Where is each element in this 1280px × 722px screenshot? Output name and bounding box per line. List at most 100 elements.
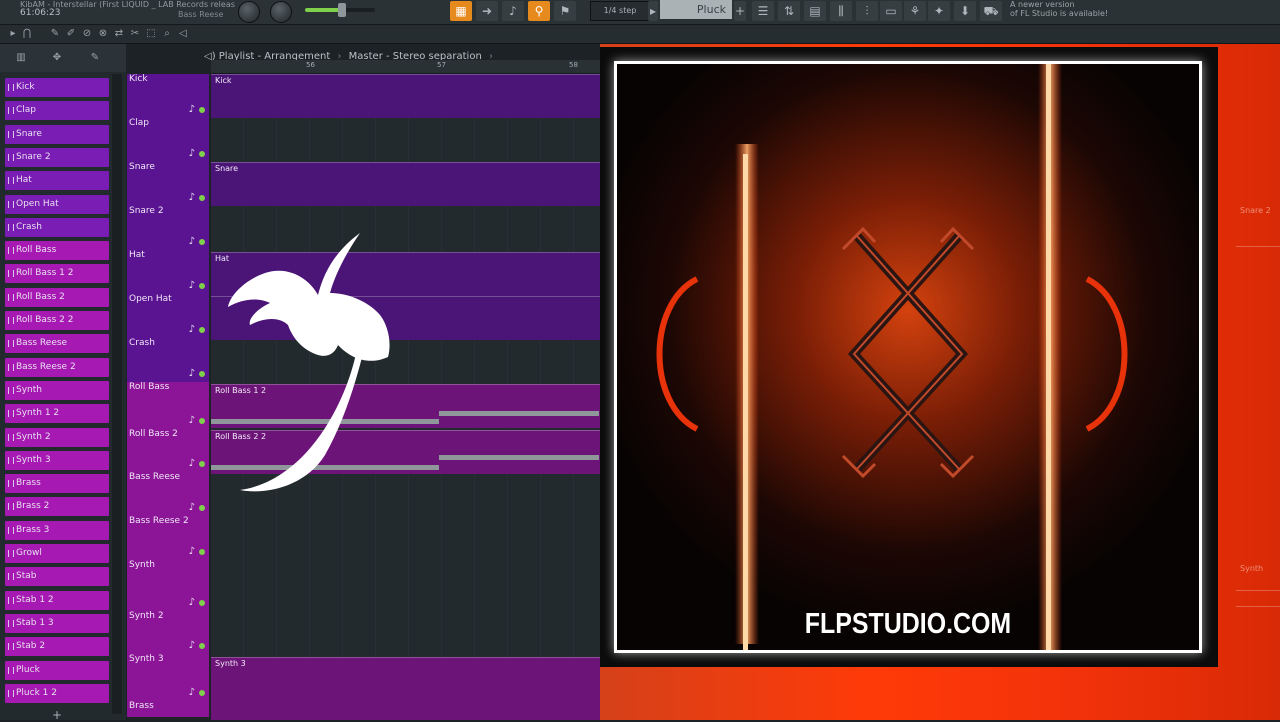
channel-list-scrollbar[interactable] [112,74,122,714]
mixer-icon[interactable]: ⫼ [830,1,852,21]
mute-switch[interactable] [199,195,205,201]
track-label: Open Hat [129,294,172,304]
pencil-icon[interactable]: ✎ [48,27,62,41]
channel-button[interactable]: Pluck [5,660,109,680]
channel-button[interactable]: Bass Reese [5,334,109,354]
track-header[interactable]: Clap ♪ [127,118,209,162]
cart-icon[interactable]: ⛟ [980,1,1002,21]
piano-icon[interactable]: ▥ [14,51,28,65]
wizard-icon[interactable]: ✦ [928,1,950,21]
channel-button[interactable]: Brass 2 [5,497,109,517]
track-header[interactable]: Snare ♪ [127,162,209,206]
channel-button[interactable]: Roll Bass 2 [5,287,109,307]
track-header[interactable]: Synth ♪ [127,560,209,611]
timeline-ruler[interactable]: 56 57 58 [211,60,601,74]
zoom-icon[interactable]: ⌕ [160,27,174,41]
mute-switch[interactable] [199,505,205,511]
plugin-icon[interactable]: ⚘ [904,1,926,21]
channel-button[interactable]: Roll Bass [5,241,109,261]
mute-switch[interactable] [199,239,205,245]
pattern-song-toggle-icon[interactable]: ▦ [450,1,472,21]
track-header[interactable]: Open Hat ♪ [127,294,209,338]
channel-button[interactable]: Stab 2 [5,637,109,657]
track-header[interactable]: Kick ♪ [127,74,209,118]
mute-switch[interactable] [199,107,205,113]
pattern-clip[interactable]: Synth 3 [211,657,601,720]
mute-icon[interactable]: ⊗ [96,27,110,41]
brush-small-icon[interactable]: ✎ [88,51,102,65]
channel-button[interactable]: Pluck 1 2 [5,683,109,703]
pattern-clip[interactable]: Snare [211,162,601,206]
channel-button[interactable]: Open Hat [5,194,109,214]
stamp-icon[interactable]: ⚑ [554,1,576,21]
select-icon[interactable]: ⬚ [144,27,158,41]
menu-arrow-icon[interactable]: ▸ [6,27,20,41]
channel-button[interactable]: Kick [5,78,109,97]
add-pattern-icon[interactable]: + [734,1,746,21]
move-icon[interactable]: ✥ [50,51,64,65]
draw-tool-icon[interactable]: ♪ [502,1,524,21]
mute-switch[interactable] [199,549,205,555]
track-header[interactable]: Bass Reese 2 ♪ [127,516,209,560]
snap-selector[interactable]: 1/4 step [590,1,650,21]
channel-button[interactable]: Growl [5,544,109,563]
channel-button[interactable]: Hat [5,171,109,191]
channel-button[interactable]: Synth 1 2 [5,404,109,424]
track-header[interactable]: Snare 2 ♪ [127,206,209,250]
brush-icon[interactable]: ✐ [64,27,78,41]
magnet-icon[interactable]: ⋂ [20,27,34,41]
track-header[interactable]: Roll Bass ♪ [127,382,209,429]
download-icon[interactable]: ⬇ [954,1,976,21]
track-header[interactable]: Synth 2 ♪ [127,611,209,654]
pattern-clip[interactable]: Kick [211,74,601,118]
arrow-right-icon[interactable]: ➜ [476,1,498,21]
pattern-selector[interactable]: Pluck [660,0,732,19]
update-notice[interactable]: A newer version of FL Studio is availabl… [1010,0,1108,18]
mixer-alt-icon[interactable]: ⫶ [856,1,878,21]
mute-switch[interactable] [199,327,205,333]
slip-icon[interactable]: ⇄ [112,27,126,41]
track-header[interactable]: Bass Reese ♪ [127,472,209,516]
mute-switch[interactable] [199,690,205,696]
channel-button[interactable]: Synth [5,380,109,400]
channel-button[interactable]: Brass [5,474,109,494]
channel-button[interactable]: Stab [5,567,109,587]
channel-button[interactable]: Synth 3 [5,450,109,470]
piano-roll-icon[interactable]: ⇅ [778,1,800,21]
delete-icon[interactable]: ⊘ [80,27,94,41]
channel-button[interactable]: Snare [5,124,109,144]
playback-icon[interactable]: ◁ [176,27,190,41]
mute-switch[interactable] [199,643,205,649]
slice-icon[interactable]: ✂ [128,27,142,41]
track-header[interactable]: Crash ♪ [127,338,209,382]
master-volume-knob[interactable] [238,1,260,23]
channel-button[interactable]: Crash [5,217,109,237]
mute-switch[interactable] [199,151,205,157]
track-header[interactable]: Synth 3 ♪ [127,654,209,701]
channel-button[interactable]: Brass 3 [5,520,109,540]
channel-button[interactable]: Roll Bass 2 2 [5,311,109,330]
mute-switch[interactable] [199,600,205,606]
channel-button[interactable]: Clap [5,101,109,121]
channel-rack-icon[interactable]: ▤ [804,1,826,21]
master-pitch-knob[interactable] [270,1,292,23]
mute-switch[interactable] [199,418,205,424]
mute-switch[interactable] [199,461,205,467]
slider-thumb[interactable] [338,3,346,17]
channel-button[interactable]: Synth 2 [5,427,109,447]
channel-button[interactable]: Snare 2 [5,147,109,167]
playlist-icon[interactable]: ☰ [752,1,774,21]
track-header[interactable]: Brass [127,701,209,717]
channel-button[interactable]: Stab 1 3 [5,613,109,633]
track-header[interactable]: Roll Bass 2 ♪ [127,429,209,472]
arrow-right-small-icon[interactable]: ▸ [648,1,658,21]
mute-switch[interactable] [199,371,205,377]
track-header[interactable]: Hat ♪ [127,250,209,294]
master-slider[interactable] [305,3,375,17]
browser-icon[interactable]: ▭ [880,1,902,21]
channel-button[interactable]: Bass Reese 2 [5,357,109,377]
mute-switch[interactable] [199,283,205,289]
channel-button[interactable]: Roll Bass 1 2 [5,264,109,284]
link-icon[interactable]: ⚲ [528,1,550,21]
channel-button[interactable]: Stab 1 2 [5,590,109,610]
